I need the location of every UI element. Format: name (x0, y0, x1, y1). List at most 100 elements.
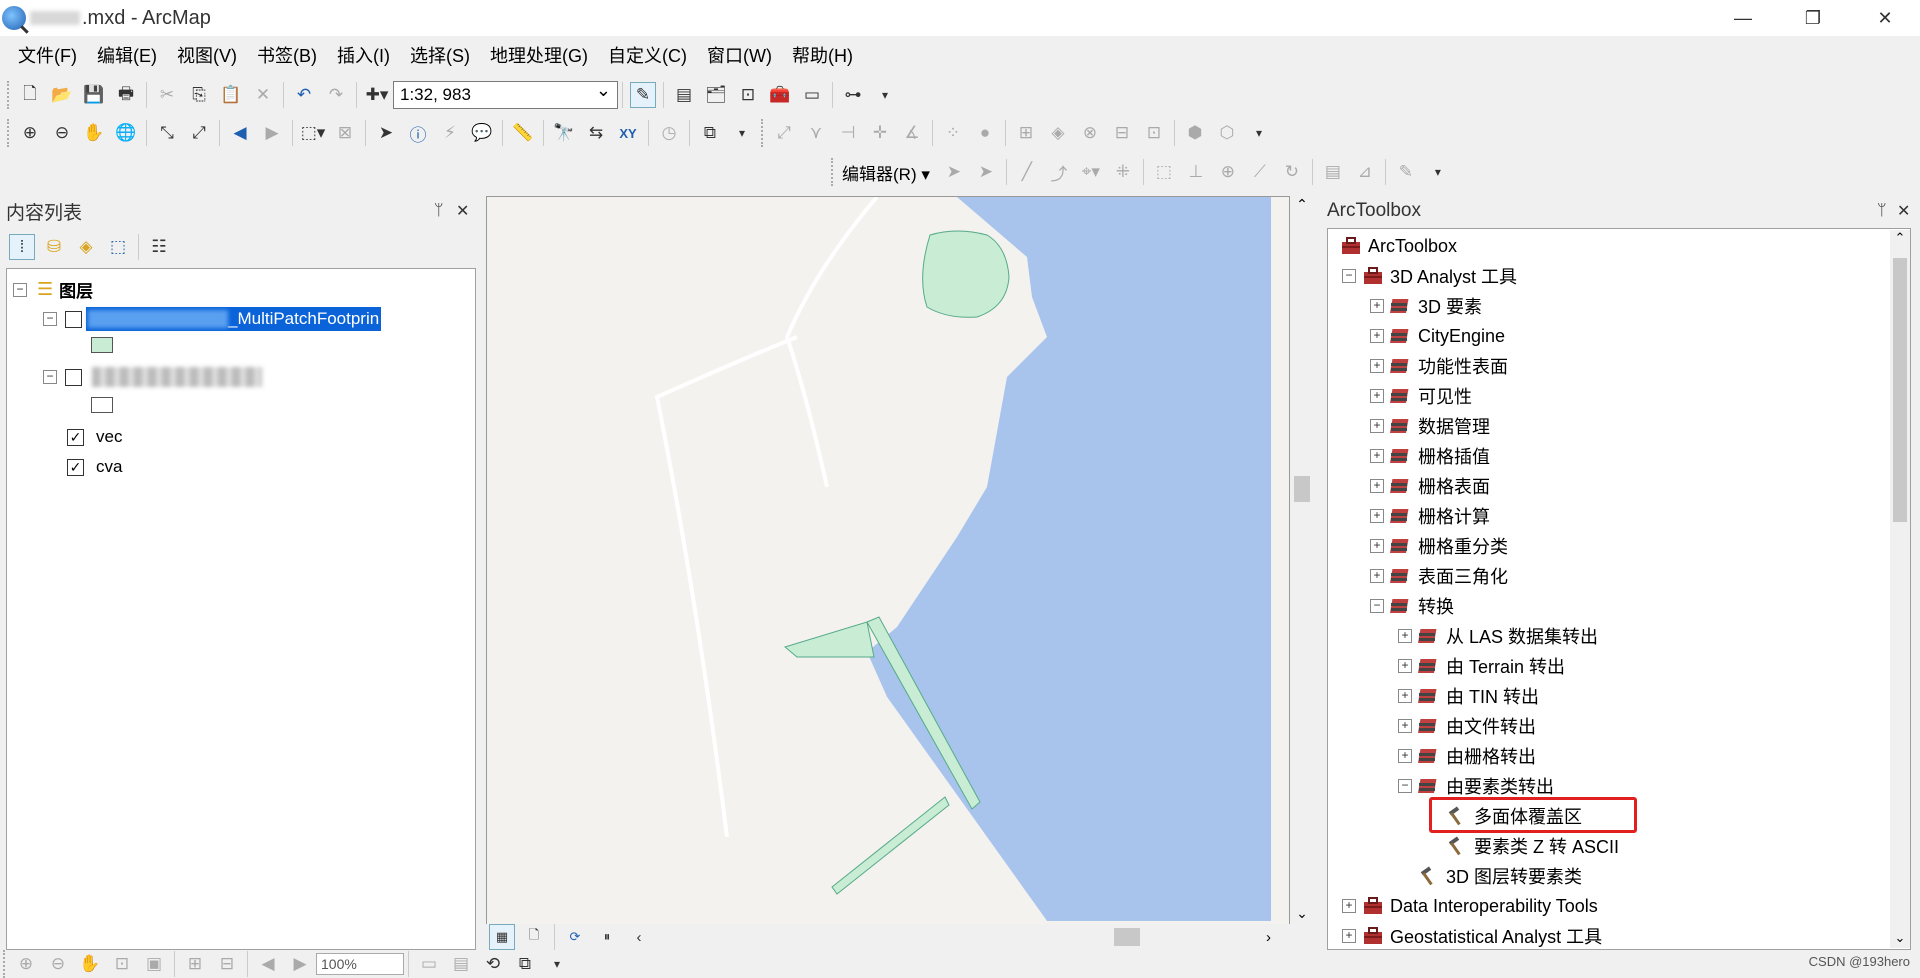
measure-icon[interactable]: 📏 (510, 120, 536, 146)
map-view[interactable] (486, 196, 1290, 926)
cut-icon[interactable]: ✂ (154, 82, 180, 108)
editor-toolbar-icon[interactable]: ✎ (630, 82, 656, 108)
edit-tool-icon[interactable]: ➤ (941, 159, 967, 185)
close-icon[interactable]: ✕ (1897, 201, 1910, 221)
arctoolbox-window-icon[interactable]: 🧰 (767, 82, 793, 108)
expand-icon[interactable]: + (1398, 629, 1412, 643)
menu-geoprocessing[interactable]: 地理处理(G) (490, 42, 588, 68)
collapse-icon[interactable]: − (43, 312, 57, 326)
layer-multipatch[interactable]: − _MultiPatchFootprin (43, 307, 382, 331)
refresh-icon[interactable]: ⟳ (562, 924, 588, 950)
catalog-window-icon[interactable]: 🗂 (703, 82, 729, 108)
hyperlink-icon[interactable]: ⚡ (437, 120, 463, 146)
fixed-zoom-in-icon[interactable]: ⤡ (154, 120, 180, 146)
options-icon[interactable]: ☷ (146, 234, 172, 260)
tree-item[interactable]: + 功能性表面 (1370, 353, 1508, 379)
copy-icon[interactable]: ⎘ (186, 82, 212, 108)
fixed-zoom-out-icon[interactable]: ⤢ (186, 120, 212, 146)
restore-button[interactable]: ❐ (1778, 0, 1848, 36)
pin-icon[interactable]: ᛘ (1877, 202, 1887, 220)
spatial-tool-6-icon[interactable]: ⬢ (1182, 120, 1208, 146)
tree-item[interactable]: + Data Interoperability Tools (1342, 893, 1598, 919)
html-popup-icon[interactable]: 💬 (469, 120, 495, 146)
endpoint-arc-icon[interactable]: ⤴ (1046, 159, 1072, 185)
menu-help[interactable]: 帮助(H) (792, 42, 853, 68)
find-route-icon[interactable]: ⇆ (583, 120, 609, 146)
edit-vertices-icon[interactable]: ⬚ (1151, 159, 1177, 185)
menu-file[interactable]: 文件(F) (18, 42, 77, 68)
tree-item[interactable]: + 栅格表面 (1370, 473, 1490, 499)
open-folder-icon[interactable]: 📂 (49, 82, 75, 108)
list-by-selection-icon[interactable]: ⬚ (105, 234, 131, 260)
fixed-zoom-in-layout-icon[interactable]: ⊞ (182, 951, 208, 977)
spatial-tool-4-icon[interactable]: ⊟ (1109, 120, 1135, 146)
cut-polygons-icon[interactable]: ⊕ (1215, 159, 1241, 185)
layer-checkbox[interactable] (65, 368, 82, 386)
layout-view-icon[interactable]: 🗋 (521, 924, 547, 950)
scroll-up-icon[interactable]: ⌃ (1290, 196, 1314, 213)
menu-bookmarks[interactable]: 书签(B) (257, 42, 317, 68)
layer-cva[interactable]: ✓ cva (67, 457, 122, 477)
arctoolbox-scrollbar[interactable]: ⌃ ⌄ (1890, 230, 1910, 948)
tree-item[interactable]: + 表面三角化 (1370, 563, 1508, 589)
zoom-100-icon[interactable]: ▣ (141, 951, 167, 977)
sketch-properties-icon[interactable]: ⊿ (1352, 159, 1378, 185)
modelbuilder-icon[interactable]: ⊶ (840, 82, 866, 108)
tree-item[interactable]: ArcToolbox (1334, 233, 1457, 259)
scroll-down-icon[interactable]: ⌄ (1890, 930, 1910, 946)
sphere-tool-icon[interactable]: ● (972, 120, 998, 146)
tree-item[interactable]: − 转换 (1370, 593, 1454, 619)
tree-item[interactable]: + 可见性 (1370, 383, 1472, 409)
tree-item[interactable]: + 由栅格转出 (1398, 743, 1536, 769)
spatial-tool-3-icon[interactable]: ⊗ (1077, 120, 1103, 146)
toolbar-grip[interactable] (831, 158, 835, 186)
select-features-icon[interactable]: ⬚▾ (300, 120, 326, 146)
python-window-icon[interactable]: ▭ (799, 82, 825, 108)
layer-checkbox[interactable] (65, 310, 82, 328)
zoom-in-icon[interactable]: ⊕ (17, 120, 43, 146)
collapse-icon[interactable]: − (13, 282, 27, 297)
map-scale-combobox[interactable]: 1:32, 983 (393, 80, 618, 109)
scroll-thumb[interactable] (1893, 258, 1907, 522)
tree-item[interactable]: + 由文件转出 (1398, 713, 1536, 739)
forward-extent-layout-icon[interactable]: ▶ (287, 951, 313, 977)
expand-icon[interactable]: + (1370, 419, 1384, 433)
find-icon[interactable]: 🔭 (551, 120, 577, 146)
collapse-icon[interactable]: − (1342, 269, 1356, 283)
scroll-right-icon[interactable]: › (1266, 929, 1271, 946)
layer-checkbox-checked[interactable]: ✓ (67, 428, 84, 446)
fixed-zoom-out-layout-icon[interactable]: ⊟ (214, 951, 240, 977)
pin-icon[interactable]: ᛘ (434, 202, 444, 220)
toolbar-grip[interactable] (7, 119, 11, 147)
tree-item[interactable]: + 栅格重分类 (1370, 533, 1508, 559)
hscroll-thumb[interactable] (1114, 928, 1140, 946)
layout-zoom-in-icon[interactable]: ⊕ (13, 951, 39, 977)
pause-drawing-icon[interactable]: ⏸ (594, 924, 620, 950)
trace-tool-icon[interactable]: ⌖▾ (1078, 159, 1104, 185)
menu-view[interactable]: 视图(V) (177, 42, 237, 68)
toolbar-overflow-icon[interactable]: ▾ (872, 82, 898, 108)
editor-menu[interactable]: 编辑器(R) ▾ (842, 160, 930, 185)
save-icon[interactable]: 💾 (81, 82, 107, 108)
menu-windows[interactable]: 窗口(W) (707, 42, 772, 68)
edit-annotation-icon[interactable]: ➤ (973, 159, 999, 185)
spatial-tool-7-icon[interactable]: ⬡ (1214, 120, 1240, 146)
data-view-icon[interactable]: ▦ (489, 924, 515, 950)
tree-item[interactable]: + 数据管理 (1370, 413, 1490, 439)
delete-icon[interactable]: ✕ (250, 82, 276, 108)
identify-icon[interactable]: ⓘ (405, 120, 431, 146)
zoom-out-icon[interactable]: ⊖ (49, 120, 75, 146)
spatial-tool-2-icon[interactable]: ◈ (1045, 120, 1071, 146)
new-document-icon[interactable]: 🗋 (17, 82, 43, 108)
menu-insert[interactable]: 插入(I) (337, 42, 390, 68)
expand-icon[interactable]: + (1398, 749, 1412, 763)
full-extent-icon[interactable]: 🌐 (113, 120, 139, 146)
expand-icon[interactable]: + (1398, 659, 1412, 673)
spatial-tool-5-icon[interactable]: ⊡ (1141, 120, 1167, 146)
snap-tool-icon[interactable]: ⋎ (803, 120, 829, 146)
layer-vec[interactable]: ✓ vec (67, 427, 122, 447)
angle-tool-icon[interactable]: ∡ (899, 120, 925, 146)
add-data-icon[interactable]: ✚▾ (364, 82, 390, 108)
paste-icon[interactable]: 📋 (218, 82, 244, 108)
toolbar-overflow-icon[interactable]: ▾ (544, 951, 570, 977)
